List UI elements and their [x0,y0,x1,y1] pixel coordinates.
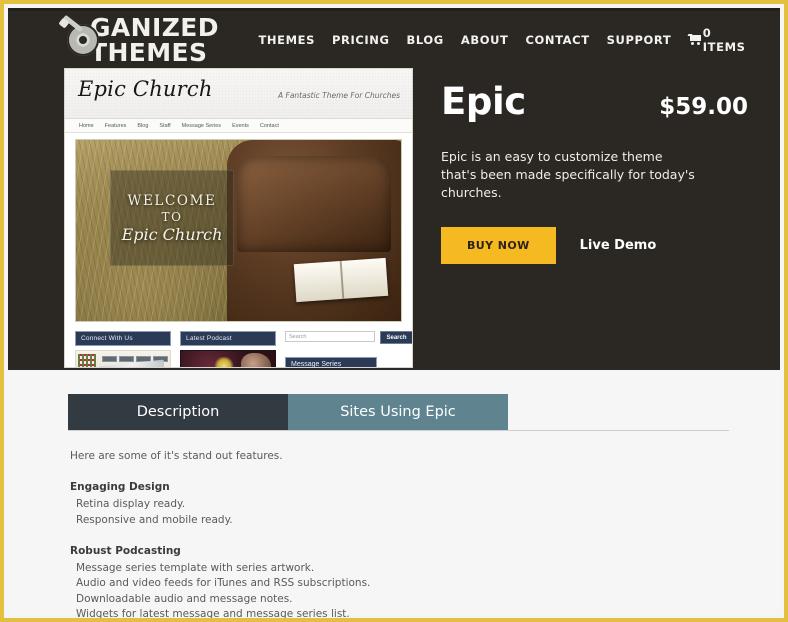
nav-item-pricing[interactable]: PRICING [332,33,390,47]
page-frame: GANIZED THEMES THEMES PRICING BLOG ABOUT… [0,0,788,622]
preview-nav-events: Events [232,122,249,129]
description-intro: Here are some of it's stand out features… [70,450,283,462]
preview-nav-contact: Contact [259,122,279,129]
feature-group-heading: Robust Podcasting [70,544,181,557]
preview-widget-podcast: Latest Podcast [180,331,276,367]
product-actions: BUY NOW Live Demo [441,227,748,265]
feature-item: Widgets for latest message and message s… [76,607,350,620]
site-logo[interactable]: GANIZED THEMES [58,12,258,67]
feature-group-heading: Engaging Design [70,481,170,494]
preview-nav-features: Features [104,122,127,129]
overlay-line-welcome: WELCOME [127,192,217,209]
feature-group-engaging-design: Engaging Design Retina display ready. Re… [70,480,410,528]
feature-item: Audio and video feeds for iTunes and RSS… [76,577,371,590]
preview-search-button[interactable]: Search [380,331,412,344]
preview-hero-image: WELCOME TO Epic Church [75,139,402,322]
product-header: Epic $59.00 [441,80,748,123]
brand-name: GANIZED THEMES [90,12,219,67]
overlay-line-to: TO [161,209,183,224]
widget-podcast-thumbnail [180,350,276,367]
tab-bar: Description Sites Using Epic [68,394,729,430]
site-header: GANIZED THEMES THEMES PRICING BLOG ABOUT… [8,11,780,68]
preview-hero-overlay: WELCOME TO Epic Church [110,170,234,266]
preview-logo: Epic Church [78,77,213,101]
description-panel: Here are some of it's stand out features… [70,449,410,620]
main-navigation: THEMES PRICING BLOG ABOUT CONTACT SUPPOR… [258,26,748,54]
product-description: Epic is an easy to customize theme that'… [441,149,695,201]
widget-connect-thumbnail [75,350,171,367]
open-book-image [293,257,389,303]
preview-nav-staff: Staff [159,122,171,129]
tab-description[interactable]: Description [68,394,288,430]
preview-widget-connect: Connect With Us [75,331,171,367]
cart-link[interactable]: 0 ITEMS [687,25,748,54]
preview-header: Epic Church A Fantastic Theme For Church… [65,69,412,119]
feature-item: Downloadable audio and message notes. [76,592,293,605]
preview-navigation: Home Features Blog Staff Message Series … [65,119,412,133]
feature-item: Message series template with series artw… [76,562,315,575]
theme-preview-screenshot[interactable]: Epic Church A Fantastic Theme For Church… [64,68,413,368]
widget-title-message-series: Message Series [285,357,377,367]
feature-item: Responsive and mobile ready. [76,513,233,526]
preview-search-input[interactable]: Search [285,331,375,342]
nav-item-support[interactable]: SUPPORT [607,33,672,47]
product-title: Epic [441,80,526,123]
hero-body: Epic Church A Fantastic Theme For Church… [8,68,780,368]
nav-item-blog[interactable]: BLOG [407,33,444,47]
preview-nav-home: Home [79,122,94,129]
feature-item: Retina display ready. [76,498,186,511]
shopping-cart-icon [687,34,702,45]
product-info: Epic $59.00 Epic is an easy to customize… [441,68,748,368]
overlay-line-church: Epic Church [121,224,223,244]
product-price: $59.00 [659,94,748,120]
feature-group-robust-podcasting: Robust Podcasting Message series templat… [70,544,410,620]
buy-now-button[interactable]: BUY NOW [441,227,556,265]
hero-section: GANIZED THEMES THEMES PRICING BLOG ABOUT… [8,8,780,370]
nav-item-about[interactable]: ABOUT [461,33,509,47]
preview-nav-message-series: Message Series [181,122,222,129]
preview-widgets-row: Connect With Us Latest Podcast Search Se… [75,331,412,367]
widget-title-podcast: Latest Podcast [180,331,276,346]
record-disc-logo-icon [58,14,102,59]
nav-item-themes[interactable]: THEMES [258,33,315,47]
tab-underline [68,430,729,431]
lower-section: Description Sites Using Epic Here are so… [8,370,780,618]
live-demo-link[interactable]: Live Demo [580,238,657,253]
preview-nav-blog: Blog [137,122,149,129]
widget-title-connect: Connect With Us [75,331,171,346]
nav-item-contact[interactable]: CONTACT [525,33,589,47]
cart-item-count: 0 ITEMS [702,25,746,54]
preview-tagline: A Fantastic Theme For Churches [277,91,400,100]
preview-widget-search: Search Search Message Series [285,331,412,367]
preview-search-box: Search Search [285,331,412,344]
tab-sites-using-epic[interactable]: Sites Using Epic [288,394,508,430]
